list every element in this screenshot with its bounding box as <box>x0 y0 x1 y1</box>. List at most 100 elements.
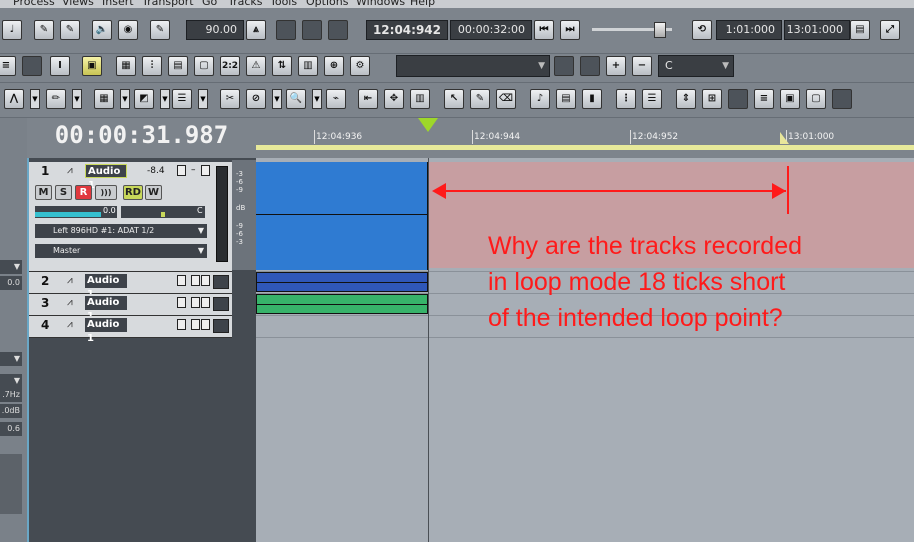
track-name[interactable]: Audio 1 <box>85 318 127 344</box>
highlight-icon[interactable]: ▣ <box>82 56 102 76</box>
list-view-icon[interactable]: ☰ <box>172 89 192 109</box>
metronome-icon[interactable]: ◉ <box>118 20 138 40</box>
list-icon[interactable]: ≡ <box>0 56 16 76</box>
minimize-icon[interactable] <box>191 275 200 286</box>
snap-toggle-button[interactable]: 2:2 <box>220 56 240 76</box>
inspector-dropdown[interactable]: ▼ <box>0 260 22 274</box>
mark-icon[interactable] <box>276 20 296 40</box>
pencil-icon[interactable]: ✏ <box>46 89 66 109</box>
menu-insert[interactable]: Insert <box>102 0 134 8</box>
audio-clip[interactable] <box>256 162 428 270</box>
move-icon[interactable]: ✥ <box>384 89 404 109</box>
edit-alt-icon[interactable]: ✎ <box>60 20 80 40</box>
grid-snap-dropdown[interactable]: ▼ <box>120 89 130 109</box>
snap-left-icon[interactable]: ⇤ <box>358 89 378 109</box>
track-fx-icon[interactable] <box>177 165 186 176</box>
inspector-value-2[interactable]: .7Hz <box>0 388 22 402</box>
duration-field[interactable]: 00:00:32:00 <box>450 20 532 40</box>
menu-options[interactable]: Options <box>306 0 348 8</box>
time-ruler[interactable]: 12:04:936 12:04:944 12:04:952 13:01:000 <box>256 118 914 159</box>
event-list-icon[interactable]: ▤ <box>556 89 576 109</box>
zoom-dropdown[interactable]: ▼ <box>312 89 322 109</box>
window-icon[interactable]: ▢ <box>194 56 214 76</box>
lines-icon[interactable]: ≡ <box>754 89 774 109</box>
add-icon[interactable]: + <box>606 56 626 76</box>
target-icon[interactable]: ⊕ <box>324 56 344 76</box>
inspector-value-3[interactable]: .0dB <box>0 404 22 418</box>
minimize-icon[interactable]: – <box>191 165 200 176</box>
track-1[interactable]: 1 ⩘ Audio 1 -8.4 – M S R ))) RD W 0.0 C … <box>29 162 232 272</box>
panel-icon[interactable]: ▣ <box>780 89 800 109</box>
inspector-dropdown-3[interactable]: ▼ <box>0 374 22 388</box>
audition-icon[interactable]: ⌁ <box>326 89 346 109</box>
mute-tool-icon[interactable]: ⊘ <box>246 89 266 109</box>
grid-snap-icon[interactable]: ▦ <box>94 89 114 109</box>
minimize-icon[interactable] <box>191 297 200 308</box>
mixer-icon[interactable]: ⫶ <box>142 56 162 76</box>
maximize-icon[interactable] <box>201 319 210 330</box>
preset-dropdown[interactable]: ▼ <box>396 55 550 77</box>
edit-icon[interactable]: ✎ <box>34 20 54 40</box>
automation-read-button[interactable]: RD <box>123 185 143 200</box>
fade-dropdown[interactable]: ▼ <box>160 89 170 109</box>
mute-button[interactable]: M <box>35 185 52 200</box>
track-name[interactable]: Audio 1 <box>85 296 127 322</box>
note-icon[interactable]: ♩ <box>2 20 22 40</box>
track-2[interactable]: 2 ⩘ Audio 1 <box>29 272 232 300</box>
monitor-icon[interactable]: ▢ <box>806 89 826 109</box>
grid-icon[interactable]: ▦ <box>116 56 136 76</box>
record-arm-button[interactable]: R <box>75 185 92 200</box>
fade-icon[interactable]: ◩ <box>134 89 154 109</box>
audio-clip[interactable] <box>256 294 428 314</box>
solo-button[interactable]: S <box>55 185 72 200</box>
punch-icon[interactable]: ⤢ <box>880 20 900 40</box>
tracks-view-icon[interactable]: ☰ <box>642 89 662 109</box>
scrub-slider-thumb[interactable] <box>654 22 666 38</box>
curve-dropdown[interactable]: ▼ <box>30 89 40 109</box>
zoom-icon[interactable]: 🔍 <box>286 89 306 109</box>
grid-view-icon[interactable]: ⊞ <box>702 89 722 109</box>
piano-roll-icon[interactable]: ▥ <box>410 89 430 109</box>
warning-icon[interactable]: ⚠ <box>246 56 266 76</box>
track-4[interactable]: 4 ⩘ Audio 1 <box>29 316 232 344</box>
maximize-icon[interactable] <box>201 297 210 308</box>
draw-icon[interactable]: ✎ <box>470 89 490 109</box>
menu-go[interactable]: Go <box>202 0 217 8</box>
clips-pane[interactable] <box>256 158 914 542</box>
mute-tool-dropdown[interactable]: ▼ <box>272 89 282 109</box>
curve-icon[interactable]: ⋀ <box>4 89 24 109</box>
key-dropdown[interactable]: C ▼ <box>658 55 734 77</box>
rewind-icon[interactable]: ⏮ <box>534 20 554 40</box>
staff-icon[interactable]: ♪ <box>530 89 550 109</box>
loop-end-field[interactable]: 13:01:000 <box>784 20 850 40</box>
inspector-value-4[interactable]: 0.6 <box>0 422 22 436</box>
maximize-icon[interactable] <box>201 275 210 286</box>
scissors-icon[interactable]: ✂ <box>220 89 240 109</box>
loop-start-field[interactable]: 1:01:000 <box>716 20 782 40</box>
speaker-icon[interactable]: 🔈 <box>92 20 112 40</box>
list-view-dropdown[interactable]: ▼ <box>198 89 208 109</box>
tempo-field[interactable]: 90.00 <box>186 20 244 40</box>
remove-icon[interactable]: − <box>632 56 652 76</box>
mark-third-icon[interactable] <box>328 20 348 40</box>
tempo-map-icon[interactable]: ✎ <box>150 20 170 40</box>
now-time-field[interactable]: 12:04:942 <box>366 20 448 40</box>
loop-end-marker-icon[interactable] <box>780 132 789 144</box>
keyboard-icon[interactable]: ▥ <box>298 56 318 76</box>
mark-alt-icon[interactable] <box>302 20 322 40</box>
forward-icon[interactable]: ⏭ <box>560 20 580 40</box>
loop-options-icon[interactable]: ▤ <box>850 20 870 40</box>
minimize-icon[interactable] <box>191 319 200 330</box>
inspector-value-1[interactable]: 0.0 <box>0 276 22 290</box>
automation-write-button[interactable]: W <box>145 185 162 200</box>
menu-views[interactable]: Views <box>62 0 94 8</box>
audio-clip[interactable] <box>256 272 428 292</box>
loop-toggle-icon[interactable]: ⟲ <box>692 20 712 40</box>
track-fx-icon[interactable] <box>177 275 186 286</box>
output-dropdown[interactable]: Master ▼ <box>35 244 207 258</box>
menu-tracks[interactable]: Tracks <box>228 0 263 8</box>
menu-tools[interactable]: Tools <box>270 0 297 8</box>
input-dropdown[interactable]: Left 896HD #1: ADAT 1/2 ▼ <box>35 224 207 238</box>
markers-icon[interactable]: ⋮ <box>616 89 636 109</box>
menu-help[interactable]: Help <box>410 0 435 8</box>
